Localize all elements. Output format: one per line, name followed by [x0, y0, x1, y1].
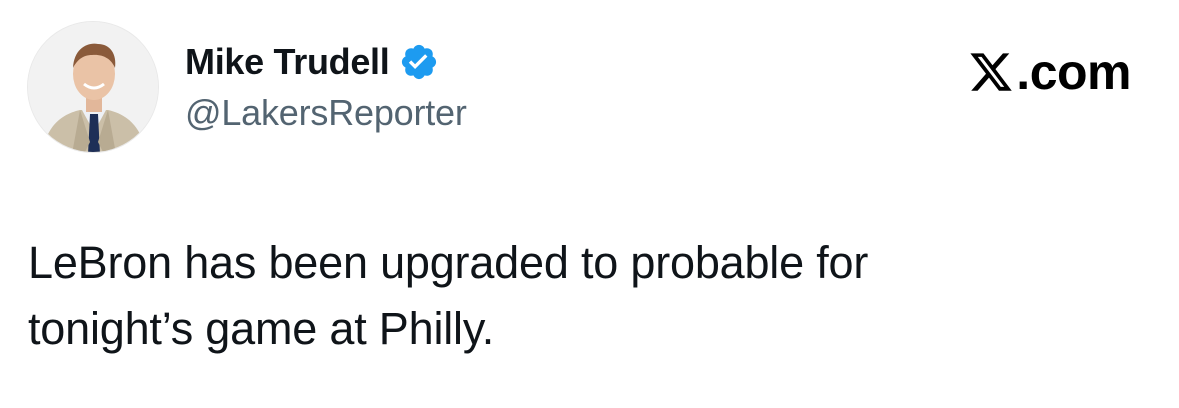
x-com-brand: .com	[968, 44, 1131, 100]
author-handle[interactable]: @LakersReporter	[185, 92, 467, 134]
profile-photo-icon	[28, 22, 158, 152]
tweet-text: LeBron has been upgraded to probable for…	[28, 237, 869, 354]
verified-badge-icon	[399, 42, 439, 82]
author-display-name[interactable]: Mike Trudell	[185, 41, 390, 83]
x-logo-icon	[968, 49, 1014, 95]
tweet-card: Mike Trudell @LakersReporter .com LeBron…	[0, 0, 1179, 408]
brand-suffix: .com	[1016, 44, 1131, 100]
avatar[interactable]	[27, 21, 159, 153]
author-name-row[interactable]: Mike Trudell	[185, 38, 439, 86]
